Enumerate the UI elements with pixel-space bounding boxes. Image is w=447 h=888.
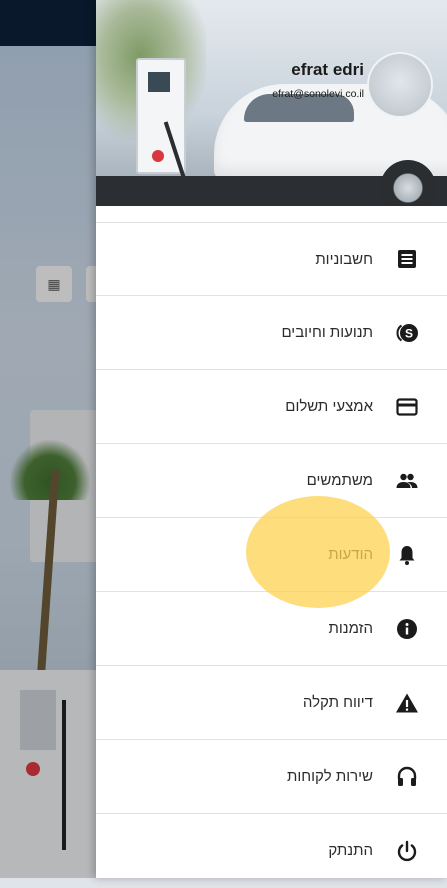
menu-item-notifications[interactable]: הודעות xyxy=(96,518,447,592)
menu-item-label: הזמנות xyxy=(328,620,373,637)
power-icon xyxy=(393,837,421,865)
user-name: efrat edri xyxy=(291,60,364,79)
svg-text:S: S xyxy=(405,326,413,340)
menu-item-report-fault[interactable]: דיווח תקלה xyxy=(96,666,447,740)
menu-item-label: דיווח תקלה xyxy=(302,694,373,711)
menu-item-customer-service[interactable]: שירות לקוחות xyxy=(96,740,447,814)
header-charger-logo xyxy=(152,150,164,162)
headset-icon xyxy=(393,763,421,791)
menu-item-label: התנתק xyxy=(328,842,373,859)
menu-item-label: שירות לקוחות xyxy=(287,768,373,785)
menu-item-label: חשבוניות xyxy=(315,250,373,268)
bell-icon xyxy=(393,541,421,569)
menu-item-users[interactable]: משתמשים xyxy=(96,444,447,518)
navigation-drawer: efrat edri efrat@sonolevi.co.il חשבוניות… xyxy=(96,0,447,888)
menu-item-transactions[interactable]: S תנועות וחיובים xyxy=(96,296,447,370)
menu-item-invoices[interactable]: חשבוניות xyxy=(96,222,447,296)
user-email: efrat@sonolevi.co.il xyxy=(272,88,364,100)
menu-item-label: הודעות xyxy=(328,546,373,563)
menu-item-orders[interactable]: הזמנות xyxy=(96,592,447,666)
drawer-menu: חשבוניות S תנועות וחיובים אמצעי תשלום מש… xyxy=(96,222,447,888)
menu-item-payment-methods[interactable]: אמצעי תשלום xyxy=(96,370,447,444)
coin-s-icon: S xyxy=(393,319,421,347)
header-charger-screen xyxy=(148,72,170,92)
receipt-icon xyxy=(393,245,421,273)
drawer-header: efrat edri efrat@sonolevi.co.il xyxy=(96,0,447,206)
info-icon xyxy=(393,615,421,643)
menu-item-label: אמצעי תשלום xyxy=(285,398,373,415)
menu-item-label: תנועות וחיובים xyxy=(281,324,373,341)
avatar[interactable] xyxy=(367,52,433,118)
people-icon xyxy=(393,467,421,495)
warning-icon xyxy=(393,689,421,717)
menu-item-logout[interactable]: התנתק xyxy=(96,814,447,888)
menu-item-label: משתמשים xyxy=(306,472,373,489)
credit-card-icon xyxy=(393,393,421,421)
